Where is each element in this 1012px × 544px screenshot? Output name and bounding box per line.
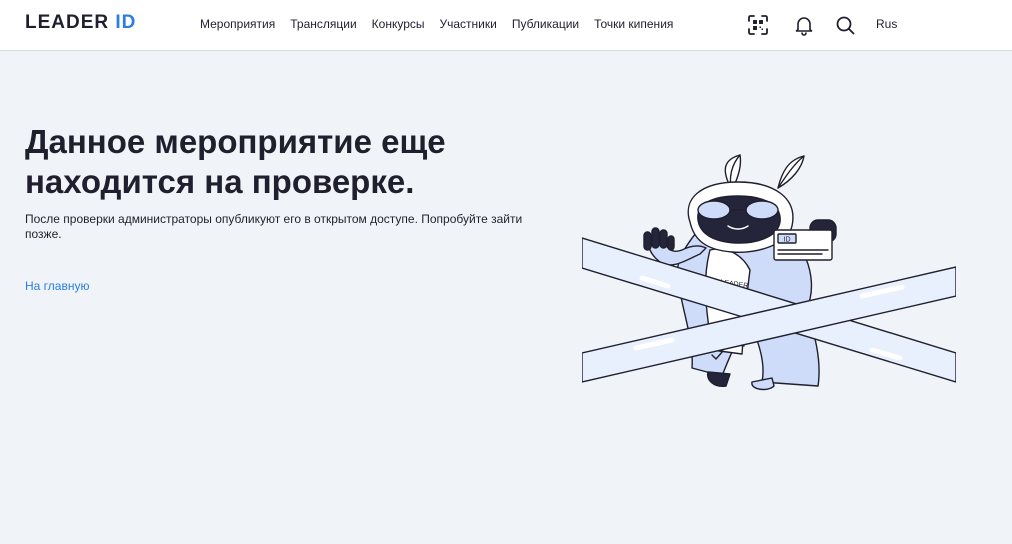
- main-nav: Мероприятия Трансляции Конкурсы Участник…: [200, 17, 688, 31]
- top-header: LEADER ID Мероприятия Трансляции Конкурс…: [0, 0, 1012, 51]
- nav-item-broadcasts[interactable]: Трансляции: [290, 17, 356, 31]
- logo-id-text: ID: [115, 12, 137, 33]
- page-title: Данное мероприятие еще находится на пров…: [25, 123, 446, 200]
- search-icon[interactable]: [834, 14, 856, 36]
- nav-item-growth-points[interactable]: Точки кипения: [594, 17, 673, 31]
- nav-item-participants[interactable]: Участники: [440, 17, 497, 31]
- id-card-text: ID: [784, 237, 791, 244]
- mascot-illustration: ID LEADER: [582, 154, 956, 391]
- nav-item-contests[interactable]: Конкурсы: [372, 17, 425, 31]
- nav-item-events[interactable]: Мероприятия: [200, 17, 275, 31]
- home-link[interactable]: На главную: [25, 279, 89, 293]
- language-switch[interactable]: Rus: [876, 17, 897, 31]
- leader-id-logo[interactable]: LEADER ID: [25, 12, 136, 34]
- logo-text: LEADER: [25, 12, 110, 33]
- qr-scan-icon[interactable]: [747, 14, 769, 36]
- page-subtitle: После проверки администраторы опубликуют…: [25, 212, 523, 241]
- bell-icon[interactable]: [793, 14, 815, 36]
- nav-item-publications[interactable]: Публикации: [512, 17, 579, 31]
